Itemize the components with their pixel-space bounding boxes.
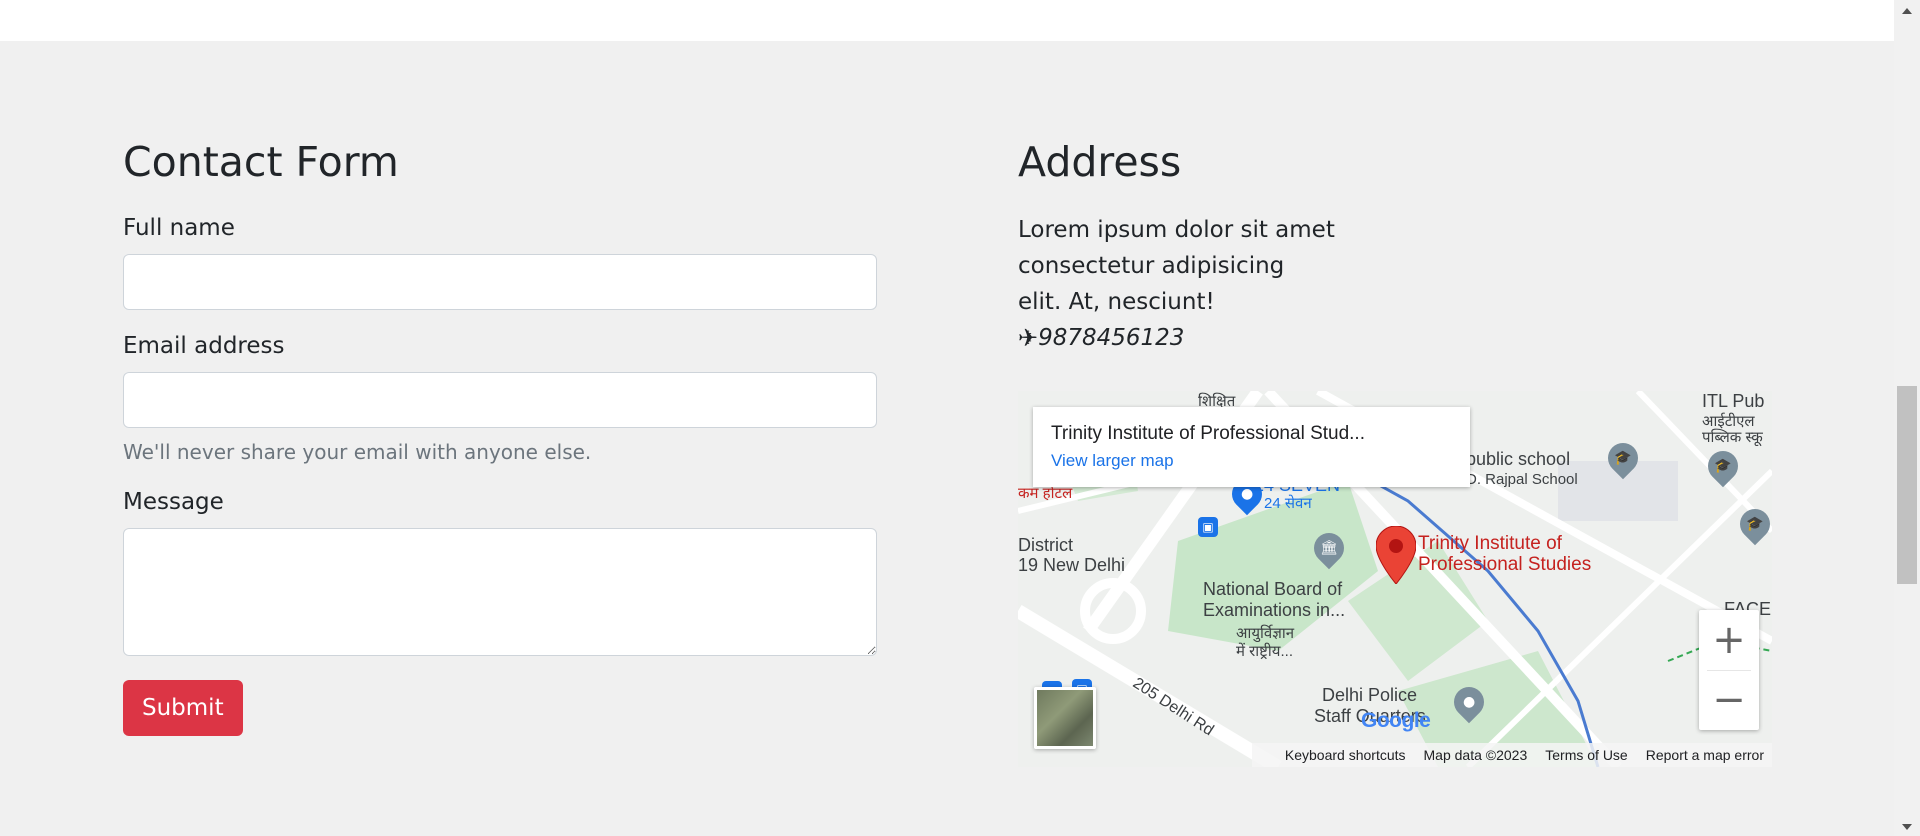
google-logo: Google (1361, 709, 1431, 733)
google-logo-text: Google (1361, 709, 1431, 732)
scroll-down-icon[interactable] (1902, 824, 1912, 830)
pin-label-line-2: Professional Studies (1418, 554, 1592, 575)
phone-number: 9878456123 (1038, 325, 1185, 351)
contact-form-section: Contact Form Full name Email address We'… (123, 136, 877, 736)
satellite-view-toggle[interactable] (1034, 687, 1096, 749)
address-section: Address Lorem ipsum dolor sit amet conse… (1018, 136, 1772, 356)
embedded-map[interactable]: शिक्षित ITL Pub आईटीएल पब्लिक स्कू publi… (1018, 391, 1772, 767)
map-info-card: Trinity Institute of Professional Stud..… (1033, 407, 1470, 487)
bus-stop-icon[interactable]: ▣ (1198, 517, 1218, 537)
email-input[interactable] (123, 372, 877, 428)
email-group: Email address We'll never share your ema… (123, 330, 877, 466)
address-heading: Address (1018, 138, 1182, 186)
address-line-1: Lorem ipsum dolor sit amet (1018, 217, 1335, 243)
email-help-text: We'll never share your email with anyone… (123, 440, 592, 464)
zoom-controls: + − (1699, 610, 1759, 730)
zoom-in-button[interactable]: + (1699, 610, 1759, 670)
address-line-3: elit. At, nesciunt! (1018, 289, 1215, 315)
map-label-itl-hindi-2: पब्लिक स्कू (1702, 429, 1763, 446)
full-name-label: Full name (123, 215, 235, 241)
full-name-group: Full name (123, 212, 877, 310)
header-strip (0, 0, 1894, 41)
map-label-nbe-2: Examinations in... (1203, 600, 1346, 620)
map-footer: Keyboard shortcuts Map data ©2023 Terms … (1252, 743, 1772, 767)
message-group: Message (123, 486, 877, 656)
scroll-thumb[interactable] (1897, 386, 1917, 584)
phone-row: ✈ 9878456123 (1018, 320, 1772, 356)
location-pin-icon[interactable] (1376, 526, 1416, 584)
view-larger-map-link[interactable]: View larger map (1051, 451, 1452, 471)
scroll-up-icon[interactable] (1902, 8, 1912, 14)
map-label-district: District (1018, 535, 1073, 555)
map-label-nbe-1: National Board of (1203, 579, 1343, 599)
message-label: Message (123, 489, 224, 515)
terms-of-use-link[interactable]: Terms of Use (1545, 747, 1627, 763)
address-line-2: consectetur adipisicing (1018, 253, 1285, 279)
map-label-itl-pub: ITL Pub (1702, 391, 1765, 411)
plane-icon: ✈ (1018, 324, 1039, 352)
pin-label-line-1: Trinity Institute of (1418, 533, 1562, 554)
map-label-police-1: Delhi Police (1322, 685, 1418, 705)
report-map-error-link[interactable]: Report a map error (1646, 747, 1764, 763)
place-title: Trinity Institute of Professional Stud..… (1051, 423, 1365, 444)
full-name-input[interactable] (123, 254, 877, 310)
message-textarea[interactable] (123, 528, 877, 656)
email-label: Email address (123, 333, 285, 359)
map-label-24-seven-hindi: 24 सेवन (1264, 495, 1312, 512)
map-data-text: Map data ©2023 (1423, 747, 1528, 763)
map-label-public-school: public school (1466, 449, 1571, 469)
map-label-new-delhi: 19 New Delhi (1018, 555, 1126, 575)
page-scrollbar[interactable] (1894, 0, 1920, 836)
map-label-rajpal: D. Rajpal School (1466, 471, 1578, 488)
submit-button[interactable]: Submit (123, 680, 243, 736)
zoom-divider (1707, 670, 1751, 671)
map-label-nbe-hindi-2: में राष्ट्रीय... (1236, 643, 1294, 660)
zoom-out-button[interactable]: − (1699, 670, 1759, 730)
keyboard-shortcuts-link[interactable]: Keyboard shortcuts (1285, 747, 1406, 763)
contact-form-heading: Contact Form (123, 138, 399, 186)
